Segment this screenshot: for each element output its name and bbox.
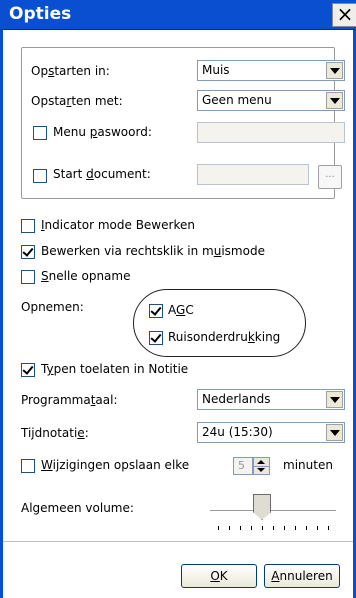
menu-password-field[interactable] <box>197 122 345 143</box>
quick-record-label: Snelle opname <box>41 269 131 283</box>
recording-label: Opnemen: <box>21 300 84 314</box>
language-value: Nederlands <box>202 392 271 406</box>
dialog-title: Opties <box>9 4 72 24</box>
volume-label: Algemeen volume: <box>21 501 134 515</box>
menu-password-label: Menu paswoord: <box>53 125 152 139</box>
highlight-oval <box>133 289 306 357</box>
indicator-checkbox[interactable] <box>21 219 35 233</box>
autosave-label: Wijzigingen opslaan elke <box>41 458 190 472</box>
autosave-interval-field[interactable]: 5 <box>233 457 253 475</box>
volume-tick <box>251 526 252 530</box>
bottom-separator <box>3 541 353 542</box>
volume-tick <box>284 526 285 530</box>
chevron-down-icon[interactable] <box>326 391 343 408</box>
autosave-unit-label: minuten <box>283 458 333 472</box>
arrow-up-icon[interactable] <box>257 460 265 464</box>
agc-label: AGC <box>168 303 194 317</box>
chevron-down-icon[interactable] <box>326 62 343 79</box>
autosave-checkbox[interactable] <box>21 459 35 473</box>
cancel-button[interactable]: Annuleren <box>264 564 340 588</box>
chevron-down-icon[interactable] <box>326 92 343 109</box>
menu-password-checkbox[interactable] <box>33 126 47 140</box>
volume-slider-thumb[interactable] <box>253 494 271 520</box>
agc-checkbox[interactable] <box>149 304 163 318</box>
typing-checkbox[interactable] <box>21 363 35 377</box>
volume-tick <box>240 526 241 530</box>
language-select[interactable]: Nederlands <box>197 389 345 410</box>
volume-slider-track[interactable] <box>210 510 336 512</box>
volume-tick <box>317 526 318 530</box>
typing-label: Typen toelaten in Notitie <box>41 362 189 376</box>
autosave-interval-stepper[interactable] <box>253 457 270 475</box>
startup-in-value: Muis <box>202 63 230 77</box>
chevron-down-icon[interactable] <box>326 424 343 441</box>
time-format-label: Tijdnotatie: <box>21 426 89 440</box>
close-icon: × <box>336 2 354 26</box>
window-border-left <box>0 30 3 598</box>
start-document-checkbox[interactable] <box>33 169 47 183</box>
startup-with-value: Geen menu <box>202 93 272 107</box>
rightclick-checkbox[interactable] <box>21 245 35 259</box>
time-format-select[interactable]: 24u (15:30) <box>197 422 345 443</box>
noise-checkbox[interactable] <box>149 331 163 345</box>
start-document-field[interactable] <box>197 164 309 185</box>
close-button[interactable]: × <box>332 3 356 27</box>
volume-tick <box>306 526 307 530</box>
volume-tick <box>273 526 274 530</box>
volume-tick <box>229 526 230 530</box>
indicator-label: Indicator mode Bewerken <box>41 218 195 232</box>
start-document-label: Start document: <box>53 167 151 181</box>
startup-with-label: Opstarten met: <box>31 94 123 108</box>
volume-tick <box>295 526 296 530</box>
language-label: Programmataal: <box>21 393 118 407</box>
volume-tick <box>218 526 219 530</box>
browse-button[interactable]: ... <box>318 165 342 189</box>
volume-tick <box>262 526 263 530</box>
startup-in-label: Opstarten in: <box>31 64 110 78</box>
title-bar: Opties × <box>0 0 356 30</box>
startup-in-select[interactable]: Muis <box>197 60 345 81</box>
startup-with-select[interactable]: Geen menu <box>197 90 345 111</box>
volume-tick <box>328 526 329 530</box>
quick-record-checkbox[interactable] <box>21 270 35 284</box>
time-format-value: 24u (15:30) <box>202 425 273 439</box>
arrow-down-icon[interactable] <box>257 468 265 472</box>
stepper-divider <box>254 466 269 467</box>
noise-label: Ruisonderdrukking <box>168 330 281 344</box>
ok-button[interactable]: OK <box>181 564 257 588</box>
rightclick-label: Bewerken via rechtsklik in muismode <box>41 244 265 258</box>
